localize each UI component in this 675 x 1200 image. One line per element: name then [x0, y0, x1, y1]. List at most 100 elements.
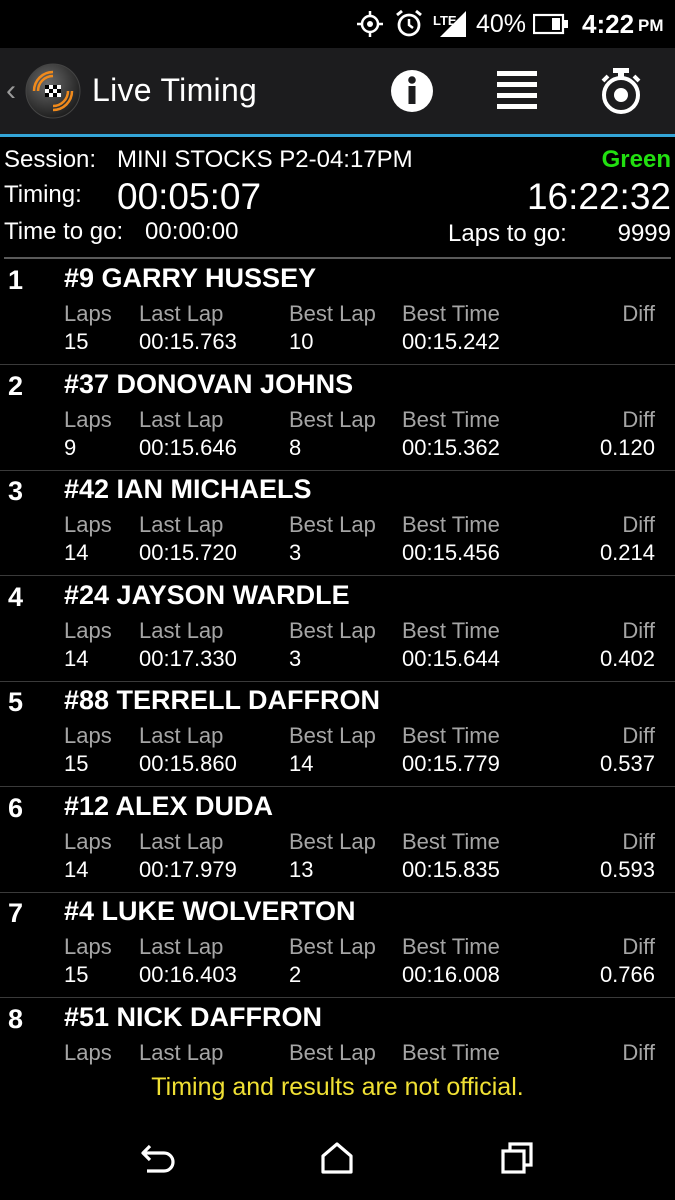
- best-time-label: Best Time: [402, 934, 500, 959]
- result-row[interactable]: 1 #9 GARRY HUSSEY Laps Last Lap Best Lap…: [0, 259, 675, 365]
- laps-value: 15: [64, 962, 89, 987]
- diff-value: 0.120: [599, 434, 655, 460]
- best-lap-label: Best Lap: [289, 1039, 376, 1065]
- diff-label: Diff: [622, 934, 655, 959]
- stopwatch-icon[interactable]: [594, 64, 648, 118]
- last-lap-label: Last Lap: [139, 512, 224, 537]
- signal-icon: [438, 0, 468, 48]
- best-lap-value: 3: [289, 540, 302, 565]
- best-lap-value: 3: [289, 645, 302, 671]
- driver-name: #88 TERRELL DAFFRON: [64, 685, 381, 715]
- status-bar: LTE 40% 4:22 PM: [0, 0, 675, 48]
- best-time-value: 00:15.779: [402, 751, 500, 776]
- laps-label: Laps: [64, 617, 112, 643]
- best-time-value: 00:16.008: [402, 962, 500, 987]
- home-icon[interactable]: [312, 1133, 362, 1183]
- diff-value: 0.537: [599, 751, 655, 776]
- position: 4: [8, 581, 24, 612]
- app-logo[interactable]: [24, 62, 82, 120]
- last-lap-value: 00:15.860: [139, 751, 237, 776]
- diff-label: Diff: [622, 1039, 655, 1065]
- result-row[interactable]: 6 #12 ALEX DUDA Laps Last Lap Best Lap B…: [0, 787, 675, 893]
- result-row[interactable]: 5 #88 TERRELL DAFFRON Laps Last Lap Best…: [0, 681, 675, 787]
- result-row[interactable]: 2 #37 DONOVAN JOHNS Laps Last Lap Best L…: [0, 365, 675, 471]
- result-row[interactable]: 8 #51 NICK DAFFRON Laps Last Lap Best La…: [0, 998, 675, 1074]
- last-lap-value: 00:16.403: [139, 962, 237, 987]
- clock: 4:22: [582, 8, 635, 39]
- driver-name: #9 GARRY HUSSEY: [64, 263, 317, 293]
- laps-label: Laps: [64, 406, 112, 432]
- laps-value: 14: [64, 540, 89, 565]
- best-lap-value: 2: [289, 962, 302, 987]
- session-label: Session:: [4, 146, 97, 173]
- time-to-go-label: Time to go:: [4, 218, 124, 245]
- last-lap-value: 00:15.763: [139, 329, 237, 354]
- position: 8: [8, 1003, 24, 1034]
- nav-bar: [0, 1113, 675, 1200]
- best-time-value: 00:15.362: [402, 434, 500, 460]
- best-lap-value: 8: [289, 434, 302, 460]
- laps-to-go-value: 9999: [617, 220, 671, 247]
- results-list[interactable]: 1 #9 GARRY HUSSEY Laps Last Lap Best Lap…: [0, 259, 675, 1073]
- best-lap-label: Best Lap: [289, 406, 376, 432]
- timing-label: Timing:: [4, 181, 82, 208]
- battery-icon: [533, 0, 569, 48]
- best-lap-label: Best Lap: [289, 723, 376, 748]
- best-lap-value: 10: [289, 329, 314, 354]
- diff-label: Diff: [622, 828, 655, 854]
- laps-value: 9: [64, 434, 77, 460]
- position: 2: [8, 370, 24, 401]
- laps-label: Laps: [64, 512, 112, 537]
- timing-value: 00:05:07: [117, 176, 262, 217]
- best-lap-value: 13: [289, 856, 314, 882]
- driver-name: #12 ALEX DUDA: [64, 790, 274, 821]
- time-to-go-value: 00:00:00: [145, 218, 239, 245]
- clock-ampm: PM: [638, 16, 664, 35]
- laps-value: 14: [64, 645, 89, 671]
- flag-status: Green: [601, 146, 671, 173]
- laps-label: Laps: [64, 934, 112, 959]
- last-lap-label: Last Lap: [139, 934, 224, 959]
- session-clock: 16:22:32: [526, 176, 671, 217]
- position: 7: [8, 898, 24, 928]
- alarm-icon: [394, 0, 424, 48]
- best-lap-label: Best Lap: [289, 617, 376, 643]
- battery-percent: 40%: [476, 9, 527, 38]
- laps-label: Laps: [64, 723, 112, 748]
- best-time-value: 00:15.644: [402, 645, 500, 671]
- result-row[interactable]: 3 #42 IAN MICHAELS Laps Last Lap Best La…: [0, 470, 675, 576]
- best-lap-value: 14: [289, 751, 314, 776]
- laps-value: 15: [64, 329, 89, 354]
- best-lap-label: Best Lap: [289, 934, 376, 959]
- back-chevron-icon[interactable]: ‹: [6, 76, 16, 106]
- laps-label: Laps: [64, 1039, 112, 1065]
- best-time-label: Best Time: [402, 723, 500, 748]
- result-row[interactable]: 7 #4 LUKE WOLVERTON Laps Last Lap Best L…: [0, 892, 675, 998]
- position: 3: [8, 476, 24, 506]
- last-lap-value: 00:15.646: [139, 434, 237, 460]
- driver-name: #51 NICK DAFFRON: [64, 1001, 323, 1032]
- location-icon: [356, 0, 384, 48]
- best-time-label: Best Time: [402, 512, 500, 537]
- list-icon[interactable]: [490, 64, 544, 118]
- info-icon[interactable]: [385, 64, 439, 118]
- last-lap-label: Last Lap: [139, 406, 224, 432]
- session-header: Session: MINI STOCKS P2-04:17PM Green Ti…: [0, 137, 675, 259]
- last-lap-label: Last Lap: [139, 301, 224, 326]
- best-time-label: Best Time: [402, 1039, 500, 1065]
- app-bar: ‹ Live Timing: [0, 48, 675, 137]
- diff-value: 0.766: [599, 962, 655, 987]
- diff-label: Diff: [622, 301, 655, 326]
- best-time-value: 00:15.456: [402, 540, 500, 565]
- laps-label: Laps: [64, 828, 112, 854]
- session-name: MINI STOCKS P2-04:17PM: [117, 146, 413, 173]
- result-row[interactable]: 4 #24 JAYSON WARDLE Laps Last Lap Best L…: [0, 576, 675, 682]
- driver-name: #24 JAYSON WARDLE: [64, 579, 350, 610]
- best-time-label: Best Time: [402, 828, 500, 854]
- back-icon[interactable]: [133, 1133, 183, 1183]
- driver-name: #4 LUKE WOLVERTON: [64, 896, 356, 926]
- recents-icon[interactable]: [492, 1133, 542, 1183]
- driver-name: #42 IAN MICHAELS: [64, 474, 312, 504]
- diff-label: Diff: [622, 617, 655, 643]
- last-lap-label: Last Lap: [139, 1039, 224, 1065]
